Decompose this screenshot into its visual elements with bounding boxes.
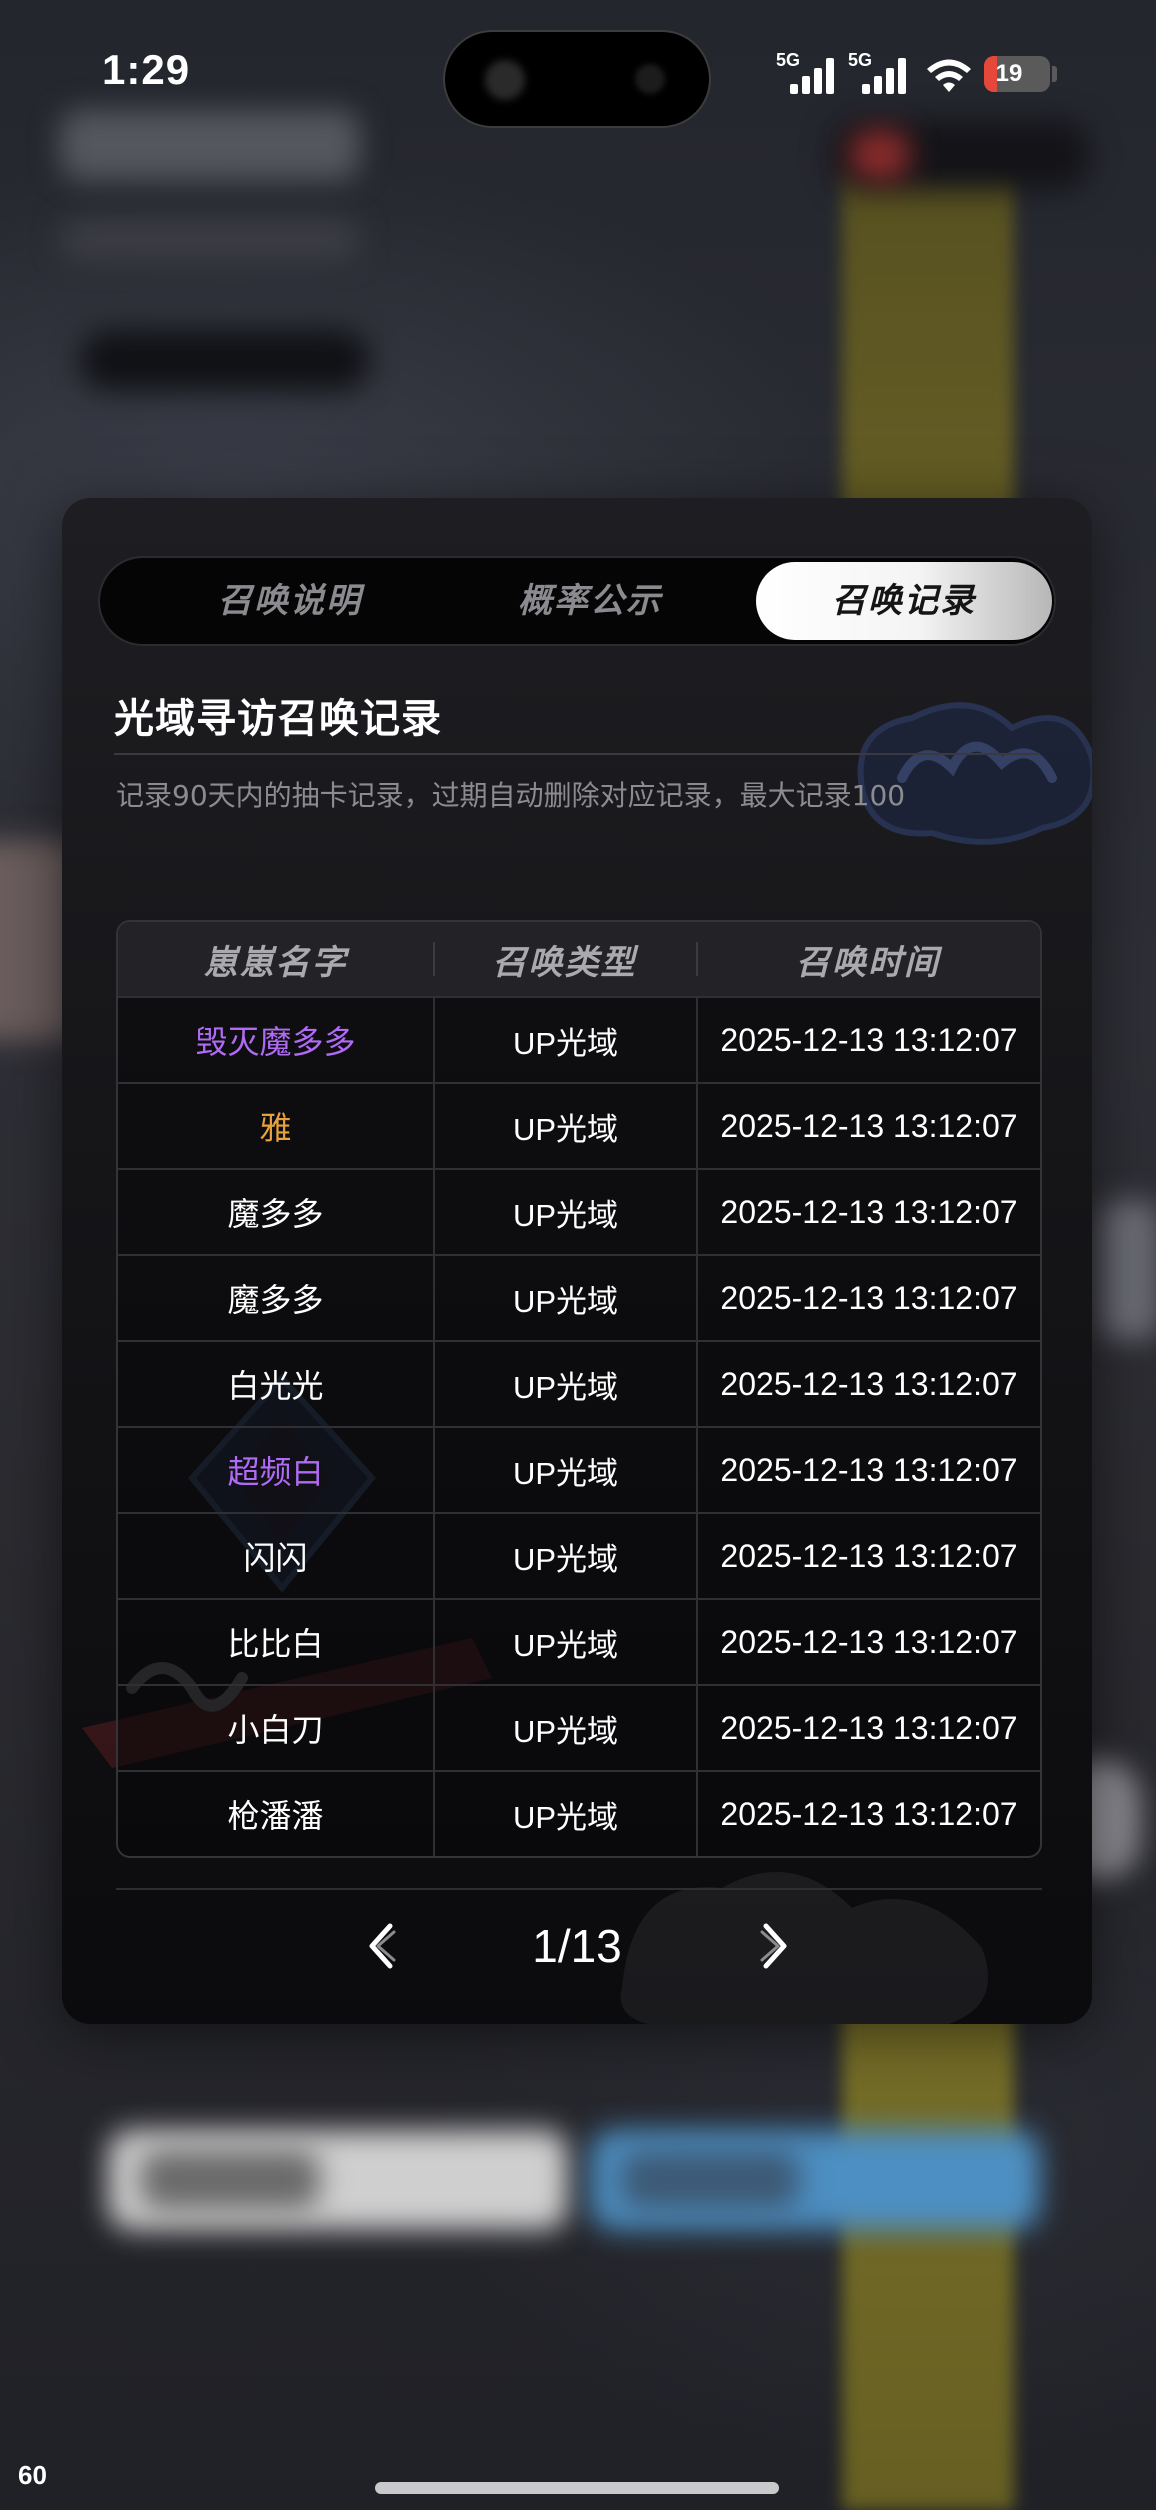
column-header-time: 召唤时间 — [696, 935, 1040, 984]
battery-icon: 19 — [984, 56, 1050, 92]
cell-summon-type: UP光域 — [433, 1428, 696, 1512]
battery-level: 19 — [995, 60, 1023, 87]
table-row: 枪潘潘 UP光域 2025-12-13 13:12:07 — [118, 1770, 1040, 1856]
column-header-type: 召唤类型 — [433, 935, 696, 984]
cell-pet-name: 枪潘潘 — [227, 1797, 324, 1835]
background-subtitle — [60, 220, 360, 260]
chevron-left-icon — [369, 1923, 396, 1969]
page-indicator: 1/13 — [532, 1920, 622, 1972]
background-button-right-inner — [620, 2150, 800, 2210]
dynamic-island — [443, 30, 711, 128]
wifi-icon — [927, 59, 971, 92]
table-row: 毁灭魔多多 UP光域 2025-12-13 13:12:07 — [118, 996, 1040, 1082]
cell-summon-type: UP光域 — [433, 1514, 696, 1598]
divider — [116, 1888, 1042, 1890]
table-row: 小白刀 UP光域 2025-12-13 13:12:07 — [118, 1684, 1040, 1770]
cell-summon-type: UP光域 — [433, 998, 696, 1082]
fps-counter: 60 — [18, 2460, 47, 2490]
cell-summon-time: 2025-12-13 13:12:07 — [696, 1342, 1040, 1426]
graffiti-decoration — [857, 702, 1092, 845]
cell-summon-type: UP光域 — [433, 1170, 696, 1254]
battery-cap — [1052, 66, 1057, 82]
table-header: 崽崽名字 召唤类型 召唤时间 — [118, 922, 1040, 996]
section-description: 记录90天内的抽卡记录，过期自动删除对应记录，最大记录100 — [116, 779, 906, 812]
table-row: 雅 UP光域 2025-12-13 13:12:07 — [118, 1082, 1040, 1168]
tab-bar: 召唤说明 概率公示 召唤记录 — [98, 556, 1056, 646]
table-row: 闪闪 UP光域 2025-12-13 13:12:07 — [118, 1512, 1040, 1598]
cell-pet-name: 白光光 — [227, 1367, 324, 1405]
tab-summon-record[interactable]: 召唤记录 — [756, 562, 1052, 640]
table-body: 毁灭魔多多 UP光域 2025-12-13 13:12:07 雅 UP光域 2025-12… — [118, 996, 1040, 1856]
cell-summon-time: 2025-12-13 13:12:07 — [696, 1772, 1040, 1856]
summon-record-table: 崽崽名字 召唤类型 召唤时间 毁灭魔多多 UP光域 2025-12-13 13:12… — [116, 920, 1042, 1858]
table-row: 超频白 UP光域 2025-12-13 13:12:07 — [118, 1426, 1040, 1512]
table-row: 白光光 UP光域 2025-12-13 13:12:07 — [118, 1340, 1040, 1426]
summon-record-modal: 召唤说明 概率公示 召唤记录 光域寻访召唤记录 记录90天内的抽卡记录，过期自动… — [62, 498, 1092, 2024]
cell-summon-type: UP光域 — [433, 1084, 696, 1168]
next-page-button[interactable] — [746, 1906, 806, 1986]
cell-summon-time: 2025-12-13 13:12:07 — [696, 1084, 1040, 1168]
island-indicator-icon — [485, 60, 525, 100]
cell-pet-name: 超频白 — [227, 1453, 324, 1491]
cell-pet-name: 魔多多 — [227, 1281, 324, 1319]
cell-summon-time: 2025-12-13 13:12:07 — [696, 1170, 1040, 1254]
table-row: 魔多多 UP光域 2025-12-13 13:12:07 — [118, 1168, 1040, 1254]
cell-pet-name: 比比白 — [227, 1625, 324, 1663]
cell-summon-type: UP光域 — [433, 1342, 696, 1426]
previous-page-button[interactable] — [350, 1906, 410, 1986]
tab-probability[interactable]: 概率公示 — [460, 562, 720, 640]
background-button-left-inner — [140, 2150, 320, 2210]
cell-summon-type: UP光域 — [433, 1256, 696, 1340]
cell-summon-time: 2025-12-13 13:12:07 — [696, 1256, 1040, 1340]
cell-summon-time: 2025-12-13 13:12:07 — [696, 1514, 1040, 1598]
column-header-name: 崽崽名字 — [203, 942, 348, 983]
cell-pet-name: 毁灭魔多多 — [195, 1023, 356, 1061]
home-indicator[interactable] — [375, 2482, 779, 2494]
camera-icon — [635, 64, 665, 94]
section-title: 光域寻访召唤记录 — [114, 696, 442, 742]
signal-bars-icon — [790, 58, 834, 94]
divider — [114, 753, 1040, 755]
cell-summon-type: UP光域 — [433, 1600, 696, 1684]
cell-summon-type: UP光域 — [433, 1686, 696, 1770]
cell-pet-name: 雅 — [259, 1109, 292, 1147]
table-row: 比比白 UP光域 2025-12-13 13:12:07 — [118, 1598, 1040, 1684]
cell-pet-name: 魔多多 — [227, 1195, 324, 1233]
table-row: 魔多多 UP光域 2025-12-13 13:12:07 — [118, 1254, 1040, 1340]
signal-bars-icon — [862, 58, 906, 94]
pagination: 1/13 — [62, 1906, 1092, 1986]
cell-pet-name: 小白刀 — [227, 1711, 324, 1749]
cell-summon-time: 2025-12-13 13:12:07 — [696, 1428, 1040, 1512]
background-pill — [80, 330, 370, 390]
cell-summon-time: 2025-12-13 13:12:07 — [696, 1686, 1040, 1770]
background-side-element — [1100, 1200, 1156, 1340]
tab-summon-info[interactable]: 召唤说明 — [160, 562, 420, 640]
cell-summon-time: 2025-12-13 13:12:07 — [696, 1600, 1040, 1684]
chevron-right-icon — [760, 1923, 787, 1969]
cell-summon-type: UP光域 — [433, 1772, 696, 1856]
cell-pet-name: 闪闪 — [243, 1539, 308, 1577]
cell-summon-time: 2025-12-13 13:12:07 — [696, 998, 1040, 1082]
status-time: 1:29 — [102, 46, 191, 93]
status-bar: 1:29 5G 5G 19 — [0, 0, 1156, 150]
